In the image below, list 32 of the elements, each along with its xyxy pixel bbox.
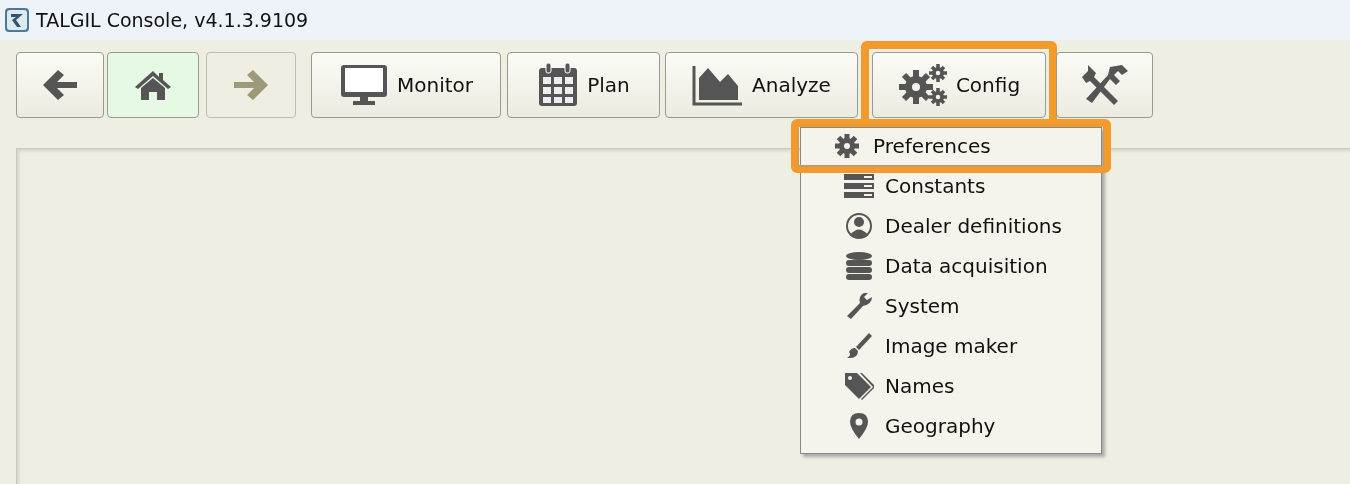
plan-button[interactable]: Plan bbox=[507, 52, 660, 118]
menu-item[interactable]: Constants bbox=[801, 166, 1101, 206]
window-title: TALGIL Console, v4.1.3.9109 bbox=[36, 9, 309, 31]
gear-icon bbox=[834, 133, 860, 159]
forward-arrow-icon bbox=[231, 68, 271, 102]
menu-item[interactable]: Data acquisition bbox=[801, 246, 1101, 286]
tools-button[interactable] bbox=[1056, 52, 1153, 118]
app-logo-icon bbox=[4, 7, 30, 33]
back-button[interactable] bbox=[16, 52, 104, 118]
person-icon bbox=[845, 212, 873, 240]
paintbrush-icon bbox=[845, 332, 873, 360]
calendar-icon bbox=[537, 62, 580, 108]
menu-item[interactable]: System bbox=[801, 286, 1101, 326]
menu-item[interactable]: Image maker bbox=[801, 326, 1101, 366]
database-icon bbox=[845, 251, 873, 281]
monitor-button[interactable]: Monitor bbox=[311, 52, 501, 118]
menu-item[interactable]: Geography bbox=[801, 406, 1101, 446]
menu-item[interactable]: Names bbox=[801, 366, 1101, 406]
wrench-icon bbox=[845, 292, 873, 320]
list-icon bbox=[844, 173, 874, 199]
area-chart-icon bbox=[692, 64, 745, 106]
menu-item[interactable]: Dealer definitions bbox=[801, 206, 1101, 246]
analyze-button[interactable]: Analyze bbox=[665, 52, 858, 118]
tag-icon bbox=[844, 372, 874, 400]
hammer-wrench-icon bbox=[1081, 63, 1128, 107]
monitor-icon bbox=[339, 63, 389, 107]
map-pin-icon bbox=[849, 412, 869, 440]
gears-icon bbox=[897, 63, 948, 107]
menu-item[interactable]: Preferences bbox=[799, 127, 1103, 165]
config-button[interactable]: Config bbox=[872, 52, 1046, 118]
home-icon bbox=[133, 68, 173, 102]
home-button[interactable] bbox=[107, 52, 199, 118]
